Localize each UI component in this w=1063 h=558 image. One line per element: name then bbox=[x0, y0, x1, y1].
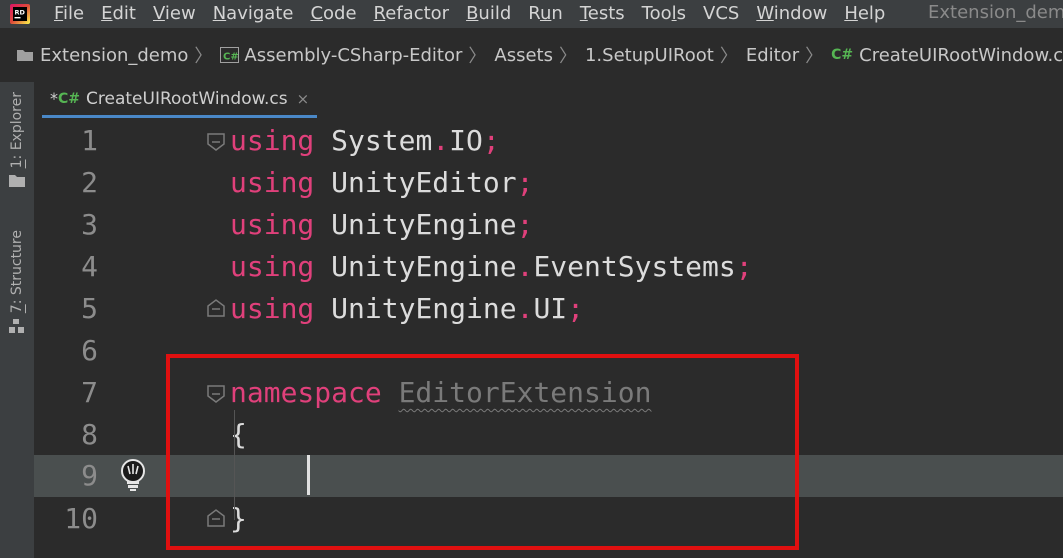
code-text: using UnityEngine; bbox=[230, 208, 534, 241]
breadcrumb-separator: 〉 bbox=[805, 46, 824, 67]
breadcrumb: Extension_demo 〉 C# Assembly-CSharp-Edit… bbox=[0, 38, 1063, 72]
menu-view[interactable]: View bbox=[153, 0, 196, 28]
line-number: 1 bbox=[81, 124, 98, 157]
breadcrumb-separator: 〉 bbox=[194, 46, 213, 67]
menu-code[interactable]: Code bbox=[310, 0, 356, 28]
breadcrumb-folder-assets[interactable]: Assets bbox=[494, 45, 553, 66]
lightbulb-icon[interactable] bbox=[118, 458, 148, 492]
structure-icon bbox=[9, 319, 24, 334]
breadcrumb-assembly[interactable]: C# Assembly-CSharp-Editor bbox=[220, 45, 462, 66]
line-number: 8 bbox=[81, 418, 98, 451]
fold-collapse-icon[interactable] bbox=[206, 132, 226, 152]
folder-icon bbox=[9, 175, 25, 188]
line-number: 5 bbox=[81, 292, 98, 325]
window-title: Extension_demo bbox=[928, 2, 1063, 23]
csharp-project-icon: C# bbox=[220, 47, 240, 63]
menu-help[interactable]: Help bbox=[844, 0, 885, 28]
code-line[interactable]: 3 using UnityEngine; bbox=[34, 204, 1063, 246]
line-number: 10 bbox=[64, 502, 98, 535]
menu-vcs[interactable]: VCS bbox=[703, 0, 739, 28]
svg-text:C#: C# bbox=[223, 52, 239, 63]
csharp-file-icon: C# bbox=[831, 47, 854, 63]
tab-createuirootwindow[interactable]: * C# CreateUIRootWindow.cs × bbox=[42, 82, 318, 118]
line-number: 4 bbox=[81, 250, 98, 283]
menu-tools[interactable]: Tools bbox=[642, 0, 686, 28]
code-line[interactable]: 5 using UnityEngine.UI; bbox=[34, 288, 1063, 330]
code-text: using UnityEditor; bbox=[230, 166, 534, 199]
close-icon[interactable]: × bbox=[297, 90, 310, 108]
line-number: 9 bbox=[81, 459, 98, 492]
rider-logo-icon[interactable]: RD bbox=[10, 4, 30, 24]
breadcrumb-file[interactable]: C# CreateUIRootWindow.cs bbox=[831, 45, 1063, 66]
breadcrumb-folder-setupuiroot[interactable]: 1.SetupUIRoot bbox=[585, 45, 714, 66]
modified-marker: * bbox=[50, 89, 58, 108]
code-text: using UnityEngine.EventSystems; bbox=[230, 250, 753, 283]
line-number: 3 bbox=[81, 208, 98, 241]
code-line[interactable]: 1 using System.IO; bbox=[34, 120, 1063, 162]
menu-bar: RD File Edit View Navigate Code Refactor… bbox=[0, 0, 1063, 28]
explorer-tool-tab[interactable]: 1: Explorer bbox=[0, 92, 34, 188]
menu-run[interactable]: Run bbox=[528, 0, 563, 28]
line-number: 7 bbox=[81, 376, 98, 409]
fold-end-icon[interactable] bbox=[206, 298, 226, 318]
editor-tab-bar: * C# CreateUIRootWindow.cs × bbox=[34, 82, 1063, 118]
code-line[interactable]: 2 using UnityEditor; bbox=[34, 162, 1063, 204]
annotation-highlight-box bbox=[166, 354, 799, 550]
breadcrumb-separator: 〉 bbox=[558, 46, 577, 67]
menu-build[interactable]: Build bbox=[466, 0, 511, 28]
menu-navigate[interactable]: Navigate bbox=[213, 0, 294, 28]
tab-label: CreateUIRootWindow.cs bbox=[86, 88, 288, 109]
menu-refactor[interactable]: Refactor bbox=[374, 0, 450, 28]
line-number: 2 bbox=[81, 166, 98, 199]
breadcrumb-separator: 〉 bbox=[719, 46, 738, 67]
breadcrumb-folder-editor[interactable]: Editor bbox=[746, 45, 799, 66]
line-number: 6 bbox=[81, 334, 98, 367]
left-tool-strip: 1: Explorer 7: Structure bbox=[0, 82, 34, 558]
folder-icon bbox=[17, 50, 33, 61]
structure-tool-tab[interactable]: 7: Structure bbox=[0, 230, 34, 334]
menu-edit[interactable]: Edit bbox=[101, 0, 136, 28]
csharp-file-icon: C# bbox=[58, 90, 81, 107]
svg-text:RD: RD bbox=[15, 9, 26, 17]
code-text: using System.IO; bbox=[230, 124, 500, 157]
code-line[interactable]: 4 using UnityEngine.EventSystems; bbox=[34, 246, 1063, 288]
code-text: using UnityEngine.UI; bbox=[230, 292, 585, 325]
menu-file[interactable]: File bbox=[54, 0, 84, 28]
breadcrumb-project[interactable]: Extension_demo bbox=[16, 45, 188, 66]
breadcrumb-separator: 〉 bbox=[468, 46, 487, 67]
menu-window[interactable]: Window bbox=[756, 0, 827, 28]
menu-tests[interactable]: Tests bbox=[580, 0, 625, 28]
